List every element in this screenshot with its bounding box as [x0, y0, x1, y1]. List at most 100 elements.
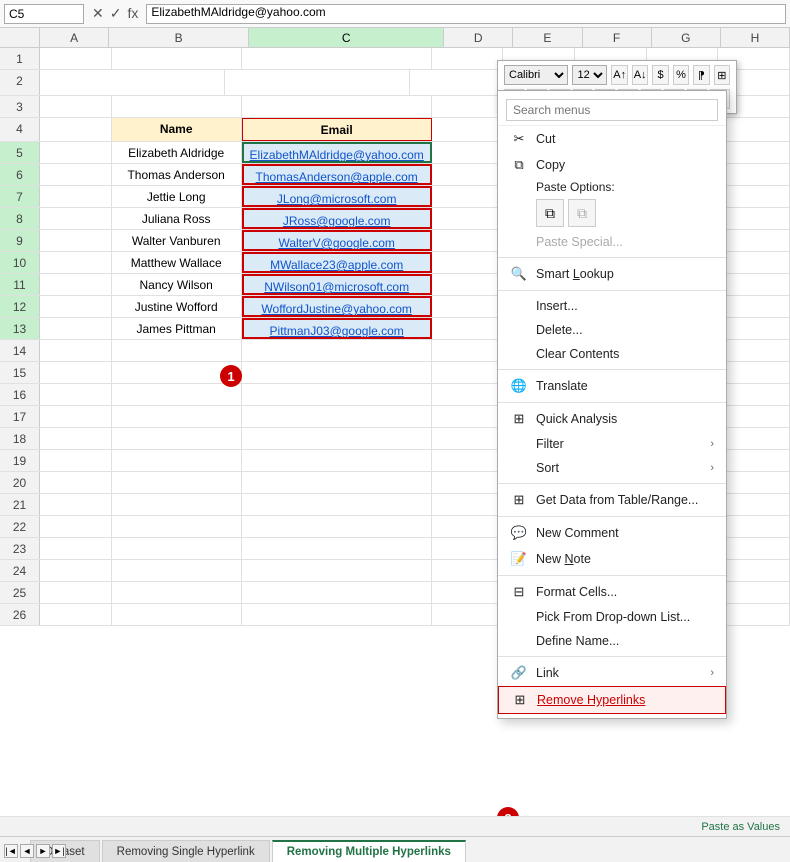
cell-c9[interactable]: WalterV@google.com: [242, 230, 432, 251]
row-header-13[interactable]: 13: [0, 318, 40, 339]
row-header-20[interactable]: 20: [0, 472, 40, 493]
col-header-h[interactable]: H: [721, 28, 790, 47]
cell-d23[interactable]: [432, 538, 504, 559]
row-header-14[interactable]: 14: [0, 340, 40, 361]
cell-a8[interactable]: [40, 208, 112, 229]
cell-h8[interactable]: [718, 208, 790, 229]
cell-d8[interactable]: [432, 208, 504, 229]
row-header-21[interactable]: 21: [0, 494, 40, 515]
tab-removing-single[interactable]: Removing Single Hyperlink: [102, 840, 270, 862]
col-header-c[interactable]: C: [249, 28, 444, 47]
cell-c8[interactable]: JRoss@google.com: [242, 208, 432, 229]
cell-c16[interactable]: [242, 384, 432, 405]
row-header-18[interactable]: 18: [0, 428, 40, 449]
row-header-12[interactable]: 12: [0, 296, 40, 317]
cell-h7[interactable]: [718, 186, 790, 207]
cell-b16[interactable]: [112, 384, 242, 405]
cell-b8[interactable]: Juliana Ross: [112, 208, 242, 229]
cell-d13[interactable]: [432, 318, 504, 339]
cell-c19[interactable]: [242, 450, 432, 471]
cell-c11[interactable]: NWilson01@microsoft.com: [242, 274, 432, 295]
cell-b18[interactable]: [112, 428, 242, 449]
cell-h23[interactable]: [718, 538, 790, 559]
cell-h19[interactable]: [718, 450, 790, 471]
cell-b24[interactable]: [112, 560, 242, 581]
cell-b21[interactable]: [112, 494, 242, 515]
cell-b23[interactable]: [112, 538, 242, 559]
row-header-11[interactable]: 11: [0, 274, 40, 295]
increase-font-btn[interactable]: A↑: [611, 65, 627, 85]
new-comment-item[interactable]: 💬 New Comment: [498, 520, 726, 546]
cell-a23[interactable]: [40, 538, 112, 559]
cell-d18[interactable]: [432, 428, 504, 449]
cell-b6[interactable]: Thomas Anderson: [112, 164, 242, 185]
confirm-icon[interactable]: ✓: [110, 5, 122, 22]
get-data-item[interactable]: ⊞ Get Data from Table/Range...: [498, 487, 726, 513]
cell-a21[interactable]: [40, 494, 112, 515]
cell-b14[interactable]: [112, 340, 242, 361]
cell-a25[interactable]: [40, 582, 112, 603]
col-header-g[interactable]: G: [652, 28, 721, 47]
row-header-4[interactable]: 4: [0, 118, 40, 141]
cell-c23[interactable]: [242, 538, 432, 559]
cell-b1[interactable]: [112, 48, 242, 69]
cell-c25[interactable]: [242, 582, 432, 603]
cell-d3[interactable]: [432, 96, 504, 117]
cell-c7[interactable]: JLong@microsoft.com: [242, 186, 432, 207]
cell-h24[interactable]: [718, 560, 790, 581]
tab-removing-multiple[interactable]: Removing Multiple Hyperlinks: [272, 840, 466, 862]
cell-a2[interactable]: [40, 70, 225, 95]
clear-contents-item[interactable]: Clear Contents: [498, 342, 726, 366]
cell-a15[interactable]: [40, 362, 112, 383]
cut-menu-item[interactable]: ✂ Cut: [498, 126, 726, 152]
row-header-17[interactable]: 17: [0, 406, 40, 427]
cell-c20[interactable]: [242, 472, 432, 493]
decrease-font-btn[interactable]: A↓: [632, 65, 648, 85]
cell-h4[interactable]: [718, 118, 790, 141]
cell-d10[interactable]: [432, 252, 504, 273]
cell-h26[interactable]: [718, 604, 790, 625]
row-header-24[interactable]: 24: [0, 560, 40, 581]
cell-h5[interactable]: [718, 142, 790, 163]
cell-a3[interactable]: [40, 96, 112, 117]
cell-d9[interactable]: [432, 230, 504, 251]
paste-special-item[interactable]: Paste Special...: [498, 230, 726, 254]
insert-item[interactable]: Insert...: [498, 294, 726, 318]
cell-a7[interactable]: [40, 186, 112, 207]
format-cells-item[interactable]: ⊟ Format Cells...: [498, 579, 726, 605]
percent-btn[interactable]: %: [673, 65, 689, 85]
row-header-16[interactable]: 16: [0, 384, 40, 405]
cell-h20[interactable]: [718, 472, 790, 493]
cell-c10[interactable]: MWallace23@apple.com: [242, 252, 432, 273]
cell-h10[interactable]: [718, 252, 790, 273]
cell-c4[interactable]: Email: [242, 118, 432, 141]
cell-b13[interactable]: James Pittman: [112, 318, 242, 339]
cell-h6[interactable]: [718, 164, 790, 185]
cell-c18[interactable]: [242, 428, 432, 449]
cell-b5[interactable]: Elizabeth Aldridge: [112, 142, 242, 163]
cell-h14[interactable]: [718, 340, 790, 361]
cell-c14[interactable]: [242, 340, 432, 361]
cell-a14[interactable]: [40, 340, 112, 361]
filter-item[interactable]: Filter ›: [498, 432, 726, 456]
row-header-9[interactable]: 9: [0, 230, 40, 251]
row-header-25[interactable]: 25: [0, 582, 40, 603]
col-header-b[interactable]: B: [109, 28, 249, 47]
row-header-23[interactable]: 23: [0, 538, 40, 559]
cell-c24[interactable]: [242, 560, 432, 581]
col-header-a[interactable]: A: [40, 28, 109, 47]
cell-c13[interactable]: PittmanJ03@google.com: [242, 318, 432, 339]
cell-c3[interactable]: [242, 96, 432, 117]
paste-as-values-btn[interactable]: Paste as Values: [701, 821, 780, 833]
fx-icon[interactable]: fx: [127, 5, 138, 22]
cell-reference-box[interactable]: C5: [4, 4, 84, 24]
cell-h22[interactable]: [718, 516, 790, 537]
cell-d15[interactable]: [432, 362, 504, 383]
cell-a9[interactable]: [40, 230, 112, 251]
cell-c5[interactable]: ElizabethMAldridge@yahoo.com: [242, 142, 432, 163]
cell-b2[interactable]: [225, 70, 410, 95]
font-select[interactable]: Calibri: [504, 65, 568, 85]
cell-h16[interactable]: [718, 384, 790, 405]
row-header-1[interactable]: 1: [0, 48, 40, 69]
cell-c21[interactable]: [242, 494, 432, 515]
